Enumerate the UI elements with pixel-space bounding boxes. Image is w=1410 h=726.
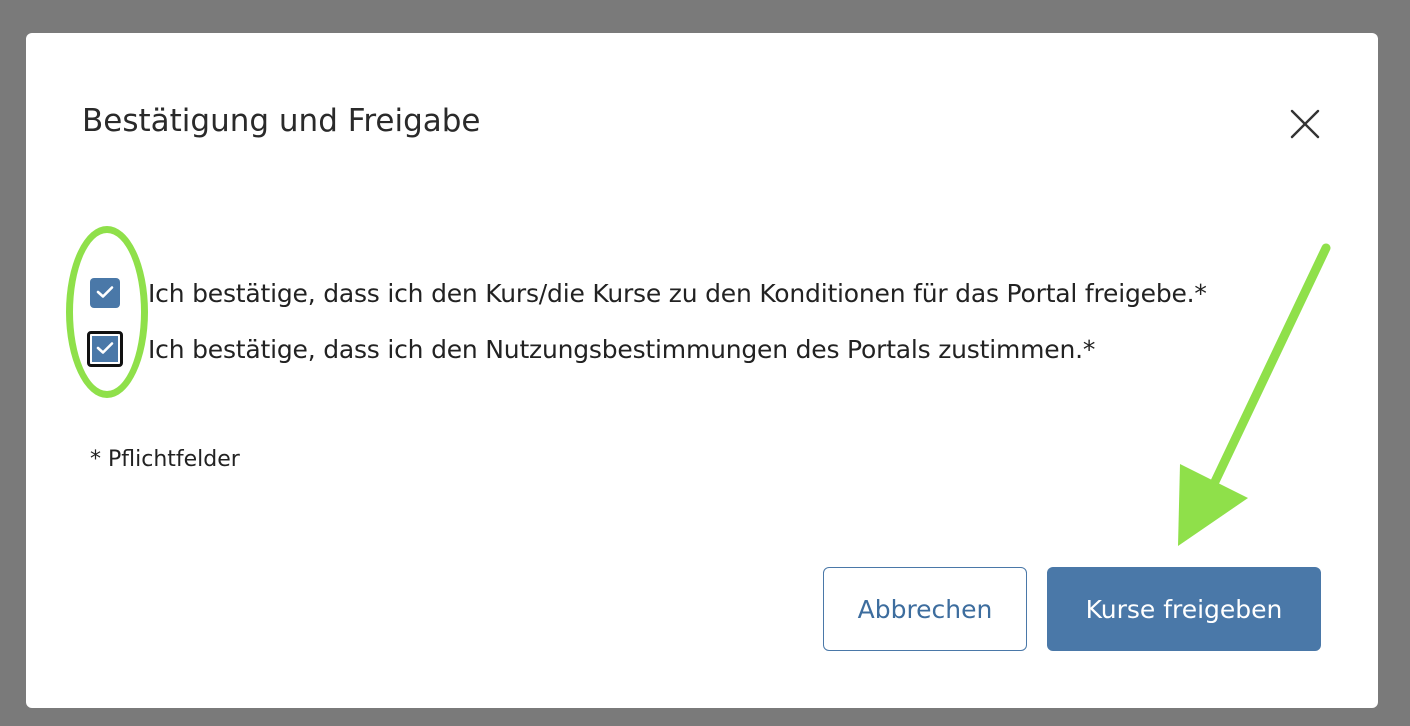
confirmation-dialog: Bestätigung und Freigabe Ich bestätige, … <box>26 33 1378 708</box>
checkbox-row-conditions: Ich bestätige, dass ich den Kurs/die Kur… <box>90 273 1207 313</box>
close-button[interactable] <box>1288 107 1322 141</box>
conditions-checkbox-label[interactable]: Ich bestätige, dass ich den Kurs/die Kur… <box>148 279 1207 308</box>
required-fields-note: * Pflichtfelder <box>90 447 240 472</box>
cancel-button[interactable]: Abbrechen <box>823 567 1027 651</box>
release-courses-button[interactable]: Kurse freigeben <box>1047 567 1321 651</box>
checkmark-icon <box>96 284 114 303</box>
terms-checkbox[interactable] <box>87 331 123 367</box>
checkmark-icon <box>96 340 114 359</box>
checkbox-row-terms: Ich bestätige, dass ich den Nutzungsbest… <box>87 329 1095 369</box>
terms-checkbox-label[interactable]: Ich bestätige, dass ich den Nutzungsbest… <box>148 335 1095 364</box>
conditions-checkbox[interactable] <box>90 278 120 308</box>
dialog-title: Bestätigung und Freigabe <box>82 103 481 139</box>
close-icon <box>1288 107 1322 141</box>
